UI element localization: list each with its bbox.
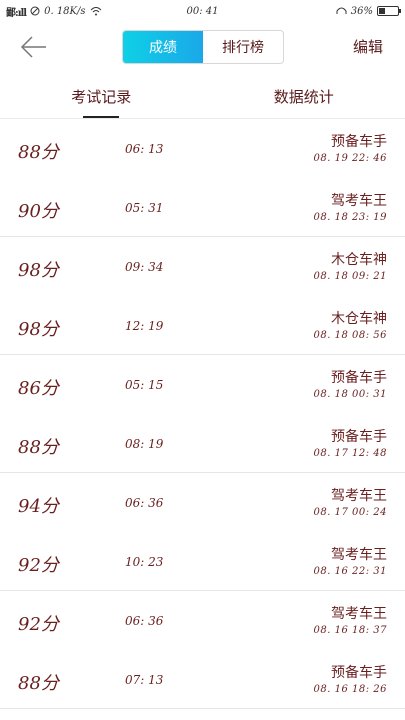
record-row[interactable]: 92分 10: 23 驾考车王 08. 16 22: 31 (0, 532, 405, 591)
segment-scores[interactable]: 成绩 (123, 31, 203, 63)
tab-exam-records[interactable]: 考试记录 (0, 74, 203, 118)
header: 成绩 排行榜 编辑 (0, 22, 405, 74)
record-list: 88分 06: 13 预备车手 08. 19 22: 46 90分 05: 31… (0, 119, 405, 709)
record-duration: 08: 19 (125, 437, 164, 451)
record-score: 98分 (18, 319, 59, 340)
tab-statistics[interactable]: 数据统计 (203, 74, 405, 118)
record-row[interactable]: 88分 07: 13 预备车手 08. 16 18: 26 (0, 650, 405, 709)
record-date: 08. 18 23: 19 (313, 212, 387, 223)
record-date: 08. 19 22: 46 (313, 153, 387, 164)
record-score: 90分 (18, 201, 59, 222)
record-title: 木仓车神 (331, 311, 387, 327)
battery-icon (377, 6, 401, 16)
record-score: 86分 (18, 378, 59, 399)
record-score: 88分 (18, 673, 59, 694)
record-date: 08. 18 09: 21 (313, 271, 387, 282)
tab-label: 数据统计 (273, 87, 334, 106)
record-score: 92分 (18, 555, 59, 576)
record-title: 驾考车王 (331, 488, 387, 504)
record-duration: 10: 23 (125, 555, 164, 569)
record-duration: 09: 34 (125, 260, 164, 274)
battery-level (379, 8, 386, 14)
record-row[interactable]: 98分 09: 34 木仓车神 08. 18 09: 21 (0, 237, 405, 296)
record-score: 98分 (18, 260, 59, 281)
tab-label: 考试记录 (71, 87, 132, 106)
record-score: 92分 (18, 614, 59, 635)
record-date: 08. 16 22: 31 (313, 566, 387, 577)
status-time: 00: 41 (186, 5, 219, 17)
record-score: 88分 (18, 437, 59, 458)
record-duration: 06: 13 (125, 142, 164, 156)
record-row[interactable]: 92分 06: 36 驾考车王 08. 16 18: 37 (0, 591, 405, 650)
record-duration: 12: 19 (125, 319, 164, 333)
record-date: 08. 16 18: 37 (313, 625, 387, 636)
record-title: 预备车手 (331, 134, 387, 150)
record-row[interactable]: 94分 06: 36 驾考车王 08. 17 00: 24 (0, 473, 405, 532)
record-date: 08. 16 18: 26 (313, 684, 387, 695)
record-title: 木仓车神 (331, 252, 387, 268)
edit-button[interactable]: 编辑 (353, 36, 383, 57)
record-duration: 05: 15 (125, 378, 164, 392)
record-duration: 06: 36 (125, 614, 164, 628)
record-row[interactable]: 86分 05: 15 预备车手 08. 18 00: 31 (0, 355, 405, 414)
record-row[interactable]: 88分 08: 19 预备车手 08. 17 12: 48 (0, 414, 405, 473)
segment-control: 成绩 排行榜 (122, 30, 284, 64)
record-date: 08. 18 08: 56 (313, 330, 387, 341)
record-title: 驾考车王 (331, 547, 387, 563)
record-row[interactable]: 88分 06: 13 预备车手 08. 19 22: 46 (0, 119, 405, 178)
record-row[interactable]: 90分 05: 31 驾考车王 08. 18 23: 19 (0, 178, 405, 237)
back-button[interactable] (18, 34, 48, 60)
record-title: 驾考车王 (331, 606, 387, 622)
status-bar: 鄙:ıll 0. 18K/s 00: 41 36% (0, 0, 405, 22)
record-date: 08. 17 00: 24 (313, 507, 387, 518)
record-row[interactable]: 98分 12: 19 木仓车神 08. 18 08: 56 (0, 296, 405, 355)
record-duration: 07: 13 (125, 673, 164, 687)
record-title: 预备车手 (331, 665, 387, 681)
record-title: 预备车手 (331, 370, 387, 386)
record-duration: 06: 36 (125, 496, 164, 510)
record-date: 08. 17 12: 48 (313, 448, 387, 459)
record-title: 驾考车王 (331, 193, 387, 209)
segment-ranking[interactable]: 排行榜 (203, 31, 283, 63)
record-duration: 05: 31 (125, 201, 164, 215)
record-score: 88分 (18, 142, 59, 163)
record-score: 94分 (18, 496, 59, 517)
record-date: 08. 18 00: 31 (313, 389, 387, 400)
tab-bar: 考试记录 数据统计 (0, 74, 405, 118)
arrow-left-icon (20, 36, 46, 58)
record-title: 预备车手 (331, 429, 387, 445)
